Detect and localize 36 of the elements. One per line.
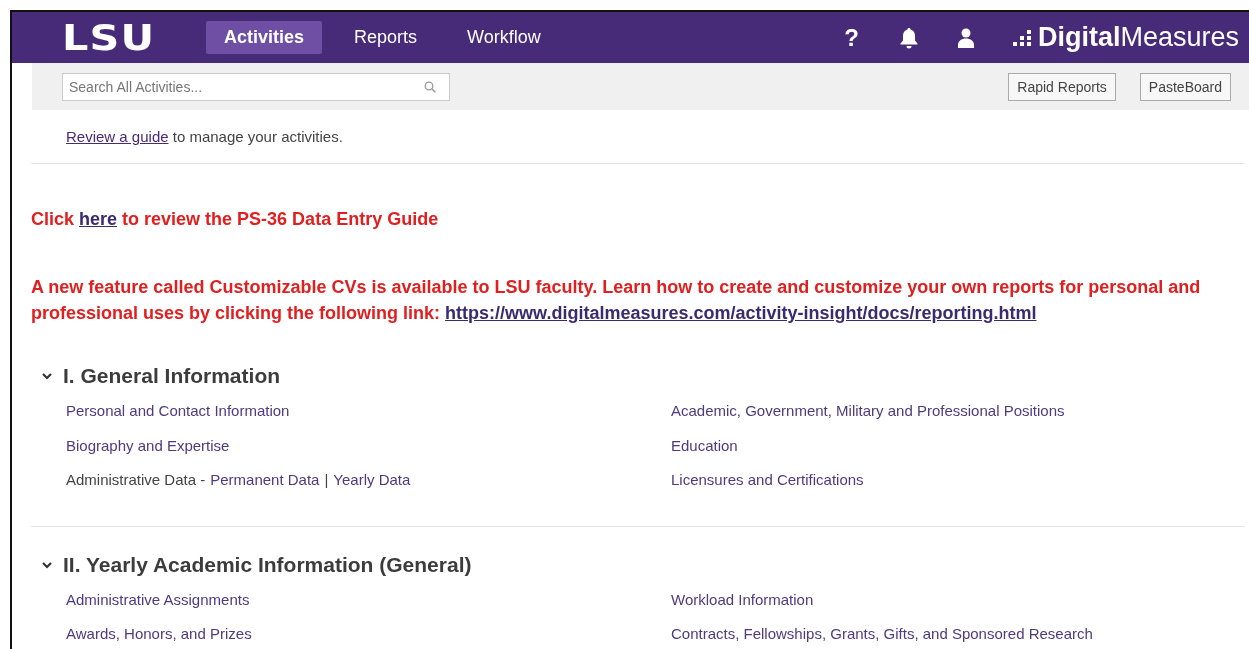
- guide-link[interactable]: Review a guide: [66, 128, 169, 145]
- user-icon[interactable]: [956, 27, 975, 48]
- chevron-icon[interactable]: [41, 559, 53, 570]
- activity-link[interactable]: Administrative Assignments: [66, 582, 671, 618]
- notice-link[interactable]: https://www.digitalmeasures.com/activity-insight/docs/reporting.html: [445, 303, 1037, 324]
- guide-sentence: Review a guide to manage your activities.: [65, 127, 344, 147]
- help-button[interactable]: ?: [844, 23, 859, 52]
- section-title: II. Yearly Academic Information (General): [63, 552, 472, 577]
- lsu-logo[interactable]: LSU: [62, 17, 177, 58]
- activity-link[interactable]: Permanent Data: [210, 463, 320, 498]
- activity-link[interactable]: Yearly Data: [333, 463, 411, 498]
- notice-text: A new feature called Customizable CVs is available to LSU faculty. Learn how to create and customize your own reports for personal and professional uses by clicking the following link: https://www.digitalmeasures.com/activity-insight/docs/reporting.html: [31, 276, 1202, 326]
- search-icon[interactable]: [424, 80, 436, 93]
- search-field[interactable]: Search All Activities...: [62, 72, 450, 101]
- activity-link[interactable]: Biography and Expertise: [66, 428, 671, 464]
- brand-name-bold: Digital: [1037, 22, 1121, 53]
- activity-link[interactable]: Academic, Government, Military and Professional Positions: [671, 394, 1245, 429]
- activity-label: Administrative Data -: [66, 470, 206, 491]
- activity-link[interactable]: Contracts, Fellowships, Grants, Gifts, and Sponsored Research: [671, 617, 1245, 649]
- nav-tab[interactable]: Reports: [336, 21, 436, 54]
- separator-text: |: [324, 470, 329, 491]
- bell-icon[interactable]: [898, 26, 919, 49]
- activity-link[interactable]: Workload Information: [671, 582, 1245, 618]
- nav-tab[interactable]: Activities: [206, 21, 323, 54]
- activity-link[interactable]: Personal and Contact Information: [66, 394, 671, 429]
- toolbar-button[interactable]: PasteBoard: [1139, 72, 1231, 101]
- notice-text: Click here to review the PS-36 Data Entry Guide: [31, 208, 440, 231]
- activity-link[interactable]: Awards, Honors, and Prizes: [66, 617, 671, 649]
- nav-tab[interactable]: Workflow: [449, 21, 559, 54]
- toolbar-button[interactable]: Rapid Reports: [1008, 72, 1116, 101]
- activity-link[interactable]: Education: [671, 428, 1245, 464]
- brand-name-light: Measures: [1120, 22, 1239, 53]
- notice-link[interactable]: here: [79, 209, 118, 229]
- activity-link[interactable]: Licensures and Certifications: [671, 463, 1245, 498]
- section-title: I. General Information: [63, 364, 281, 389]
- chevron-icon[interactable]: [41, 371, 53, 382]
